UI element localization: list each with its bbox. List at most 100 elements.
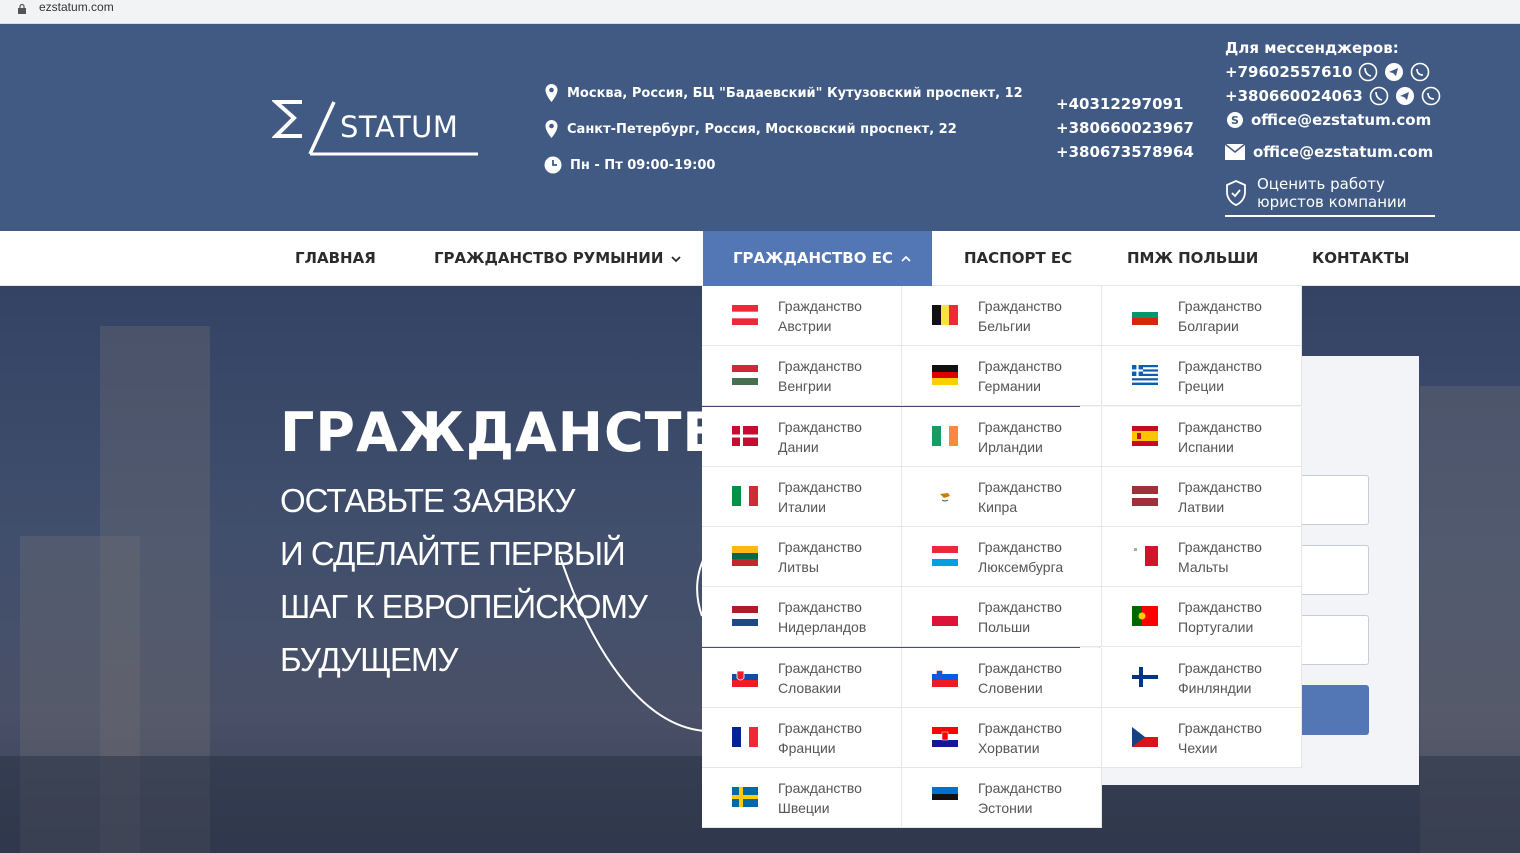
working-hours: Пн - Пт 09:00-19:00 xyxy=(544,156,715,174)
browser-url-bar[interactable]: ezstatum.com xyxy=(0,0,1520,24)
dropdown-item-ireland[interactable]: Гражданство Ирландии xyxy=(902,406,1102,467)
dropdown-item-prefix: Гражданство xyxy=(778,298,862,314)
dropdown-item-bulgaria[interactable]: Гражданство Болгарии xyxy=(1102,286,1302,346)
viber-icon[interactable] xyxy=(1369,86,1389,106)
dropdown-item-czech[interactable]: Гражданство Чехии xyxy=(1102,707,1302,768)
dropdown-item-croatia[interactable]: Гражданство Хорватии xyxy=(902,707,1102,768)
nav-item-poland-residence[interactable]: ПМЖ ПОЛЬШИ xyxy=(1127,231,1258,286)
hero-subtitle-line: ОСТАВЬТЕ ЗАЯВКУ xyxy=(280,482,576,519)
dropdown-item-slovakia[interactable]: Гражданство Словакии xyxy=(702,647,902,708)
dropdown-item-country: Кипра xyxy=(978,498,1018,515)
telegram-icon[interactable] xyxy=(1395,86,1415,106)
nav-item-eu-passport[interactable]: ПАСПОРТ ЕС xyxy=(964,231,1072,286)
estonia-flag-icon xyxy=(932,787,958,807)
dropdown-item-france[interactable]: Гражданство Франции xyxy=(702,707,902,768)
dropdown-item-country: Хорватии xyxy=(978,739,1040,756)
netherlands-flag-icon xyxy=(732,606,758,627)
dropdown-item-greece[interactable]: Гражданство Греции xyxy=(1102,346,1302,407)
dropdown-item-hungary[interactable]: Гражданство Венгрии xyxy=(702,346,902,407)
dropdown-item-prefix: Гражданство xyxy=(778,478,862,495)
email-link[interactable]: office@ezstatum.com xyxy=(1253,143,1433,161)
portugal-flag-icon xyxy=(1132,606,1158,627)
dropdown-item-malta[interactable]: Гражданство Мальты xyxy=(1102,527,1302,587)
dropdown-item-country: Нидерландов xyxy=(778,619,867,636)
hero-subtitle: ОСТАВЬТЕ ЗАЯВКУ И СДЕЛАЙТЕ ПЕРВЫЙ ШАГ К … xyxy=(280,474,648,686)
dropdown-item-finland[interactable]: Гражданство Финляндии xyxy=(1102,647,1302,708)
messengers-title: Для мессенджеров: xyxy=(1225,39,1399,57)
dropdown-item-label: Гражданство Швеции xyxy=(778,778,898,818)
dropdown-item-label: Гражданство Португалии xyxy=(1178,597,1298,637)
viber-icon[interactable] xyxy=(1358,62,1378,82)
map-pin-icon xyxy=(545,84,558,102)
address-moscow: Москва, Россия, БЦ "Бадаевский" Кутузовс… xyxy=(544,84,1023,102)
dropdown-item-italy[interactable]: Гражданство Италии xyxy=(702,466,902,527)
dropdown-item-label: Гражданство Франции xyxy=(778,718,898,758)
dropdown-item-denmark[interactable]: Гражданство Дании xyxy=(702,406,902,467)
messengers-block: Для мессенджеров: +79602557610 +38066002… xyxy=(1225,36,1445,132)
dropdown-item-label: Гражданство Люксембурга xyxy=(978,537,1098,577)
telegram-icon[interactable] xyxy=(1384,62,1404,82)
cyprus-flag-icon xyxy=(932,485,958,506)
dropdown-item-prefix: Гражданство xyxy=(778,780,862,796)
phone-link[interactable]: +380673578964 xyxy=(1056,140,1194,164)
dropdown-item-label: Гражданство Словакии xyxy=(778,658,898,698)
whatsapp-icon[interactable] xyxy=(1421,86,1441,106)
messenger-row: +380660024063 xyxy=(1225,84,1445,108)
messenger-phone[interactable]: +79602557610 xyxy=(1225,60,1352,84)
skype-icon[interactable]: S xyxy=(1225,110,1245,130)
dropdown-item-prefix: Гражданство xyxy=(778,358,862,375)
austria-flag-icon xyxy=(732,305,758,325)
dropdown-item-luxembourg[interactable]: Гражданство Люксембурга xyxy=(902,527,1102,587)
address-spb-text: Санкт-Петербург, Россия, Московский прос… xyxy=(567,121,957,137)
dropdown-item-poland[interactable]: Гражданство Польши xyxy=(902,587,1102,648)
dropdown-item-country: Польши xyxy=(978,619,1031,636)
dropdown-item-prefix: Гражданство xyxy=(1178,478,1262,495)
dropdown-item-estonia[interactable]: Гражданство Эстонии xyxy=(902,768,1102,828)
slovenia-flag-icon xyxy=(932,666,958,687)
dropdown-item-prefix: Гражданство xyxy=(778,599,862,616)
germany-flag-icon xyxy=(932,365,958,386)
nav-item-eu-citizenship[interactable]: ГРАЖДАНСТВО ЕС xyxy=(703,231,932,286)
spain-flag-icon xyxy=(1132,425,1158,446)
dropdown-item-lithuania[interactable]: Гражданство Литвы xyxy=(702,527,902,587)
hero-title: ГРАЖДАНСТВО xyxy=(280,401,772,464)
dropdown-item-label: Гражданство Польши xyxy=(978,597,1098,637)
dropdown-item-label: Гражданство Германии xyxy=(978,356,1098,396)
dropdown-item-austria[interactable]: Гражданство Австрии xyxy=(702,286,902,346)
dropdown-item-latvia[interactable]: Гражданство Латвии xyxy=(1102,466,1302,527)
nav-item-label: ГРАЖДАНСТВО РУМЫНИИ xyxy=(434,249,664,267)
whatsapp-icon[interactable] xyxy=(1410,62,1430,82)
nav-item-home[interactable]: ГЛАВНАЯ xyxy=(295,231,376,286)
dropdown-item-country: Дании xyxy=(778,438,819,455)
nav-item-contacts[interactable]: КОНТАКТЫ xyxy=(1312,231,1409,286)
dropdown-item-prefix: Гражданство xyxy=(1178,659,1262,676)
nav-item-romania-citizenship[interactable]: ГРАЖДАНСТВО РУМЫНИИ xyxy=(434,231,682,286)
dropdown-item-belgium[interactable]: Гражданство Бельгии xyxy=(902,286,1102,346)
dropdown-item-portugal[interactable]: Гражданство Португалии xyxy=(1102,587,1302,648)
dropdown-item-label: Гражданство Словении xyxy=(978,658,1098,698)
dropdown-item-country: Италии xyxy=(778,498,826,515)
dropdown-item-label: Гражданство Италии xyxy=(778,477,898,517)
dropdown-item-label: Гражданство Австрии xyxy=(778,296,898,336)
dropdown-item-prefix: Гражданство xyxy=(1178,418,1262,435)
dropdown-item-sweden[interactable]: Гражданство Швеции xyxy=(702,768,902,828)
dropdown-item-prefix: Гражданство xyxy=(978,599,1062,616)
dropdown-item-label: Гражданство Чехии xyxy=(1178,718,1298,758)
skype-email[interactable]: office@ezstatum.com xyxy=(1251,108,1431,132)
dropdown-item-netherlands[interactable]: Гражданство Нидерландов xyxy=(702,587,902,648)
logo[interactable]: STATUM xyxy=(272,98,482,158)
dropdown-item-germany[interactable]: Гражданство Германии xyxy=(902,346,1102,407)
dropdown-item-cyprus[interactable]: Гражданство Кипра xyxy=(902,466,1102,527)
dropdown-item-slovenia[interactable]: Гражданство Словении xyxy=(902,647,1102,708)
dropdown-item-spain[interactable]: Гражданство Испании xyxy=(1102,406,1302,467)
dropdown-item-country: Литвы xyxy=(778,559,819,575)
phone-link[interactable]: +40312297091 xyxy=(1056,92,1194,116)
working-hours-text: Пн - Пт 09:00-19:00 xyxy=(570,157,716,173)
phone-link[interactable]: +380660023967 xyxy=(1056,116,1194,140)
messenger-phone[interactable]: +380660024063 xyxy=(1225,84,1363,108)
rate-lawyers-link[interactable]: Оценить работу юристов компании xyxy=(1225,171,1435,217)
slovakia-flag-icon xyxy=(732,666,758,687)
dropdown-item-prefix: Гражданство xyxy=(1178,719,1262,736)
dropdown-item-country: Словении xyxy=(978,679,1043,696)
poland-flag-icon xyxy=(932,606,958,627)
